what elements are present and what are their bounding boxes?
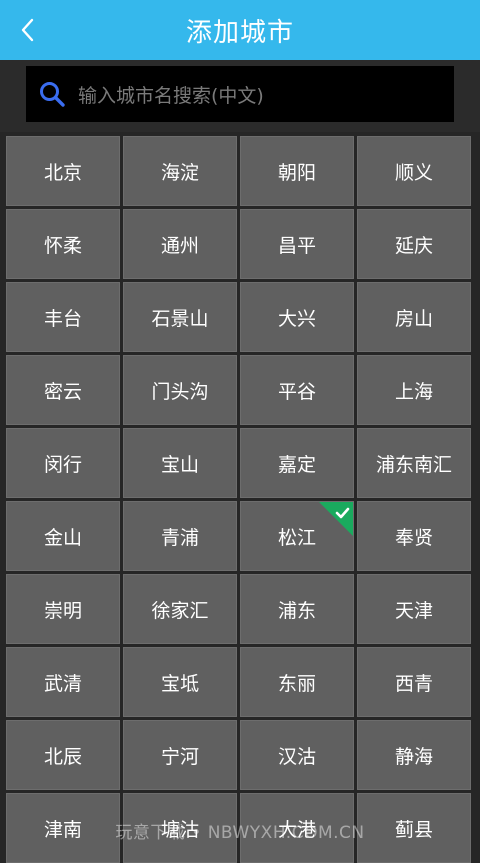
city-cell[interactable]: 大兴 xyxy=(240,282,354,352)
city-cell[interactable]: 平谷 xyxy=(240,355,354,425)
city-label: 武清 xyxy=(43,672,82,695)
city-label: 宝山 xyxy=(160,453,199,476)
search-input[interactable]: 输入城市名搜索(中文) xyxy=(26,66,454,122)
city-label: 青浦 xyxy=(160,526,199,549)
city-cell[interactable]: 天津 xyxy=(357,574,471,644)
chevron-left-icon xyxy=(21,18,34,42)
city-cell[interactable]: 海淀 xyxy=(123,136,237,206)
city-grid: 北京 海淀 朝阳 顺义怀柔 通州 昌平 延庆丰台 石景山 大兴 房山密云 门头沟 平谷 上海闵行 宝山 嘉定… xyxy=(6,136,472,863)
city-cell[interactable]: 门头沟 xyxy=(123,355,237,425)
city-cell[interactable]: 浦东南汇 xyxy=(357,428,471,498)
city-label: 顺义 xyxy=(394,161,433,184)
city-cell[interactable]: 延庆 xyxy=(357,209,471,279)
city-cell[interactable]: 房山 xyxy=(357,282,471,352)
city-label: 上海 xyxy=(394,380,433,403)
city-cell[interactable]: 闵行 xyxy=(6,428,120,498)
watermark: 玩意下载 • NBWYXH.COM.CN xyxy=(115,823,365,843)
city-label: 嘉定 xyxy=(277,453,316,476)
city-cell[interactable]: 密云 xyxy=(6,355,120,425)
city-cell[interactable]: 宝山 xyxy=(123,428,237,498)
city-cell[interactable]: 北京 xyxy=(6,136,120,206)
city-cell[interactable]: 静海 xyxy=(357,720,471,790)
city-label: 平谷 xyxy=(277,380,316,403)
city-label: 怀柔 xyxy=(43,234,82,257)
city-cell[interactable]: 东丽 xyxy=(240,647,354,717)
city-label: 北京 xyxy=(43,161,82,184)
city-label: 闵行 xyxy=(43,453,82,476)
city-label: 徐家汇 xyxy=(151,599,209,622)
city-label: 汉沽 xyxy=(277,745,316,768)
city-label: 奉贤 xyxy=(394,526,433,549)
city-cell[interactable]: 徐家汇 xyxy=(123,574,237,644)
city-cell[interactable]: 青浦 xyxy=(123,501,237,571)
city-cell[interactable]: 宝坻 xyxy=(123,647,237,717)
city-label: 石景山 xyxy=(151,307,209,330)
city-label: 大兴 xyxy=(277,307,316,330)
city-label: 北辰 xyxy=(43,745,82,768)
city-label: 西青 xyxy=(394,672,433,695)
city-label: 静海 xyxy=(394,745,433,768)
city-label: 朝阳 xyxy=(277,161,316,184)
city-cell[interactable]: 崇明 xyxy=(6,574,120,644)
app-header: 添加城市 xyxy=(0,0,480,60)
city-label: 海淀 xyxy=(160,161,199,184)
search-placeholder: 输入城市名搜索(中文) xyxy=(78,84,264,107)
city-cell[interactable]: 怀柔 xyxy=(6,209,120,279)
selected-check-icon xyxy=(319,502,353,536)
city-label: 门头沟 xyxy=(151,380,209,403)
back-button[interactable] xyxy=(6,0,50,60)
city-label: 松江 xyxy=(277,526,316,549)
city-cell[interactable]: 松江 xyxy=(240,501,354,571)
city-label: 宝坻 xyxy=(160,672,199,695)
page-title: 添加城市 xyxy=(185,17,294,48)
city-label: 丰台 xyxy=(43,307,82,330)
city-label: 宁河 xyxy=(160,745,199,768)
city-label: 浦东 xyxy=(277,599,316,622)
city-cell[interactable]: 武清 xyxy=(6,647,120,717)
city-cell[interactable]: 金山 xyxy=(6,501,120,571)
city-cell[interactable]: 汉沽 xyxy=(240,720,354,790)
city-cell[interactable]: 上海 xyxy=(357,355,471,425)
city-label: 崇明 xyxy=(43,599,82,622)
city-label: 房山 xyxy=(394,307,433,330)
search-icon xyxy=(26,66,78,122)
city-cell[interactable]: 通州 xyxy=(123,209,237,279)
city-cell[interactable]: 宁河 xyxy=(123,720,237,790)
city-label: 昌平 xyxy=(277,234,316,257)
city-cell[interactable]: 浦东 xyxy=(240,574,354,644)
city-cell[interactable]: 北辰 xyxy=(6,720,120,790)
city-label: 浦东南汇 xyxy=(375,453,452,476)
city-cell[interactable]: 嘉定 xyxy=(240,428,354,498)
search-bar: 输入城市名搜索(中文) xyxy=(0,60,480,132)
city-cell[interactable]: 西青 xyxy=(357,647,471,717)
city-label: 通州 xyxy=(160,234,199,257)
city-label: 东丽 xyxy=(277,672,316,695)
city-cell[interactable]: 奉贤 xyxy=(357,501,471,571)
city-cell[interactable]: 昌平 xyxy=(240,209,354,279)
city-cell[interactable]: 石景山 xyxy=(123,282,237,352)
city-label: 延庆 xyxy=(394,234,433,257)
city-label: 密云 xyxy=(43,380,82,403)
city-label: 金山 xyxy=(43,526,82,549)
city-cell[interactable]: 朝阳 xyxy=(240,136,354,206)
city-cell[interactable]: 顺义 xyxy=(357,136,471,206)
city-cell[interactable]: 丰台 xyxy=(6,282,120,352)
city-label: 天津 xyxy=(394,599,433,622)
